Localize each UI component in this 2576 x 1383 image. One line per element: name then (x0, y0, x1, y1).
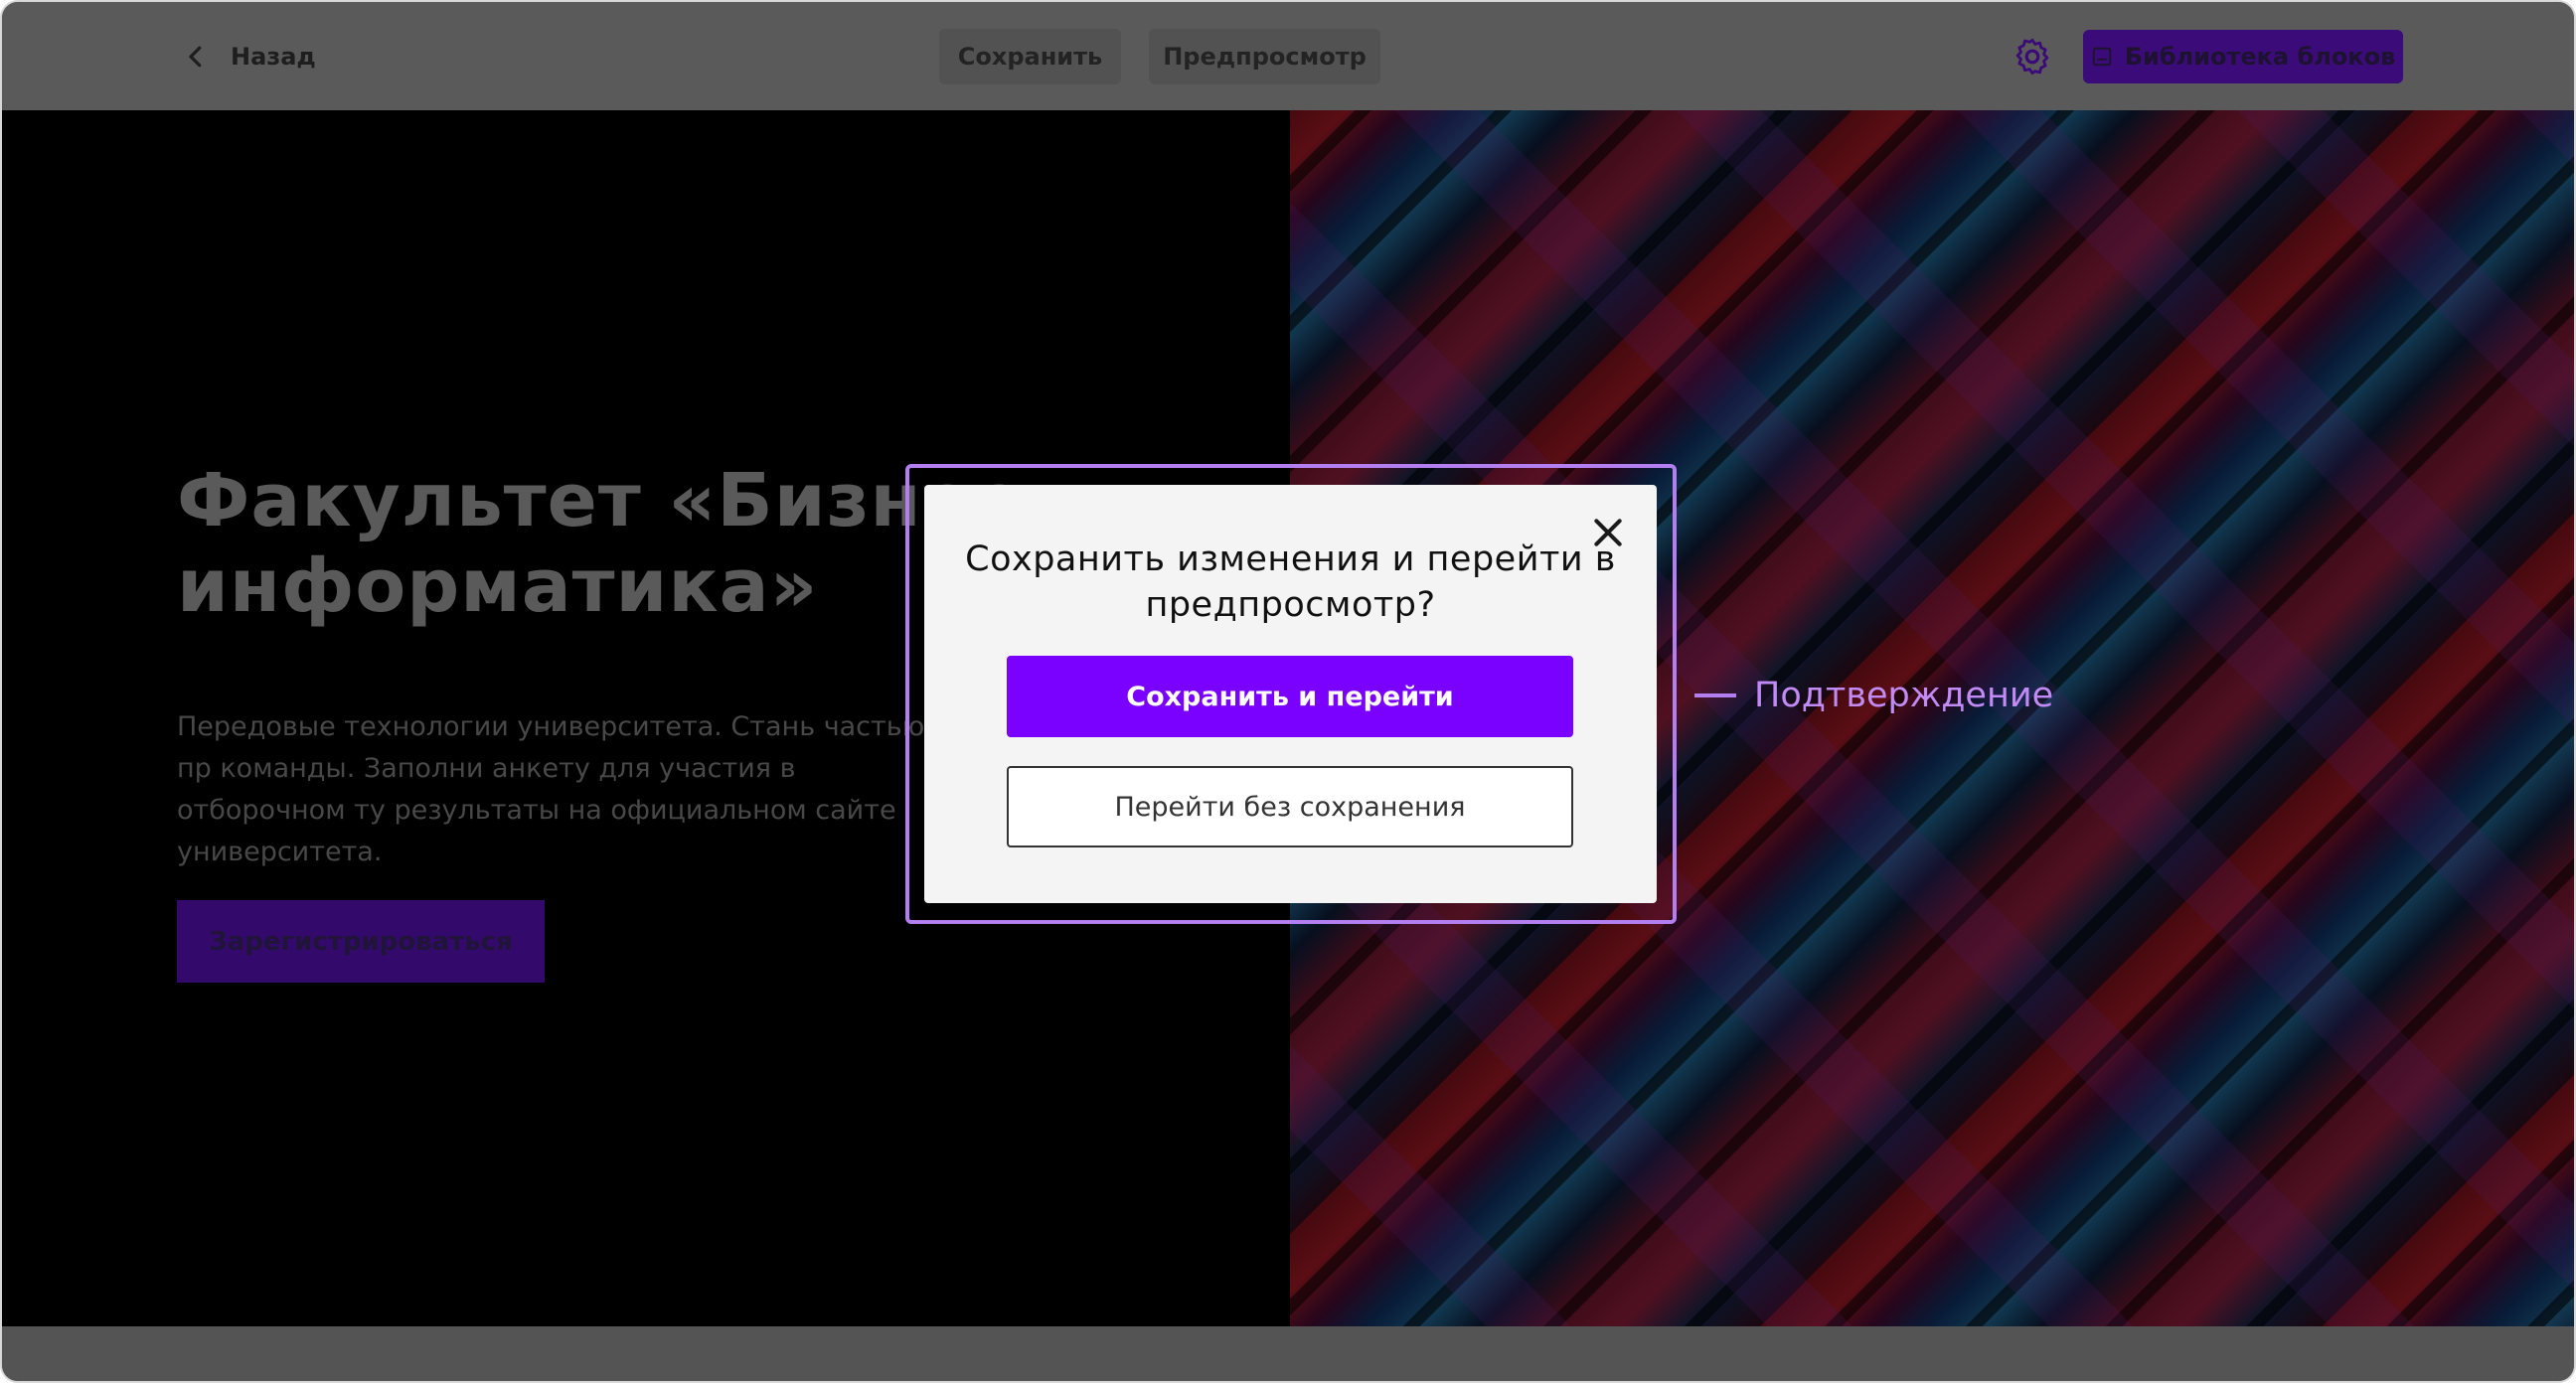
chevron-left-icon (189, 46, 202, 68)
dialog-title: Сохранить изменения и перейти в предпрос… (965, 539, 1616, 625)
preview-button[interactable]: Предпросмотр (1149, 29, 1380, 84)
app-window: Назад Сохранить Предпросмотр Библиотека … (0, 0, 2576, 1383)
hero-description: Передовые технологии университета. Стань… (177, 711, 925, 867)
go-without-saving-button[interactable]: Перейти без сохранения (1007, 766, 1573, 847)
back-button[interactable]: Назад (181, 32, 316, 81)
confirm-dialog: Сохранить изменения и перейти в предпрос… (924, 485, 1657, 903)
gear-icon[interactable] (2012, 36, 2053, 77)
block-library-button[interactable]: Библиотека блоков (2083, 30, 2403, 83)
annotation-label: Подтверждение (1754, 676, 2054, 715)
block-library-label: Библиотека блоков (2124, 43, 2396, 71)
back-button-label: Назад (231, 43, 316, 71)
hero-title-line1: Факультет «Бизнес (177, 458, 1018, 543)
bottom-bar (2, 1326, 2574, 1381)
hero-title-line2: информатика» (177, 543, 819, 629)
save-button[interactable]: Сохранить (939, 29, 1121, 84)
register-button[interactable]: Зарегистрироваться (177, 900, 545, 983)
editor-toolbar: Назад Сохранить Предпросмотр Библиотека … (2, 2, 2574, 110)
save-and-go-button[interactable]: Сохранить и перейти (1007, 656, 1573, 737)
annotation-callout: Подтверждение (1694, 671, 2053, 720)
annotation-line (1694, 693, 1736, 697)
block-library-icon (2092, 47, 2111, 67)
